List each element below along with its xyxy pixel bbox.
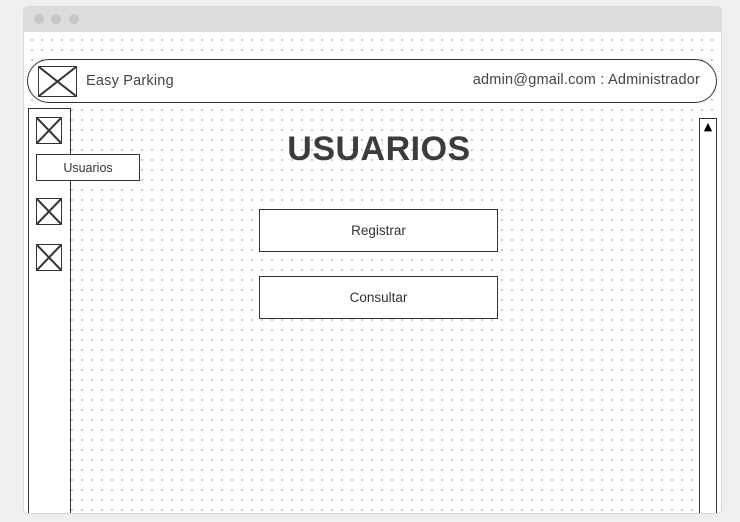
window-minimize-dot[interactable] — [51, 14, 61, 24]
vertical-scrollbar[interactable]: ▲ ▼ — [699, 118, 717, 513]
sidebar-item-3-icon[interactable] — [36, 244, 62, 271]
page-title: USUARIOS — [287, 130, 471, 168]
app-window: Easy Parking admin@gmail.com : Administr… — [23, 6, 722, 514]
registrar-button[interactable]: Registrar — [259, 209, 498, 252]
user-info[interactable]: admin@gmail.com : Administrador — [473, 72, 700, 88]
window-maximize-dot[interactable] — [69, 14, 79, 24]
top-header: Easy Parking admin@gmail.com : Administr… — [27, 59, 717, 103]
sidebar-tooltip-usuarios: Usuarios — [36, 154, 140, 181]
sidebar-item-2-icon[interactable] — [36, 198, 62, 225]
sidebar-item-usuarios-icon[interactable] — [36, 117, 62, 144]
logo-icon[interactable] — [38, 66, 77, 97]
app-title: Easy Parking — [86, 73, 174, 89]
scroll-up-arrow-icon[interactable]: ▲ — [700, 120, 716, 134]
window-titlebar — [24, 7, 721, 32]
page-canvas: Easy Parking admin@gmail.com : Administr… — [24, 32, 721, 513]
consultar-button[interactable]: Consultar — [259, 276, 498, 319]
window-close-dot[interactable] — [34, 14, 44, 24]
